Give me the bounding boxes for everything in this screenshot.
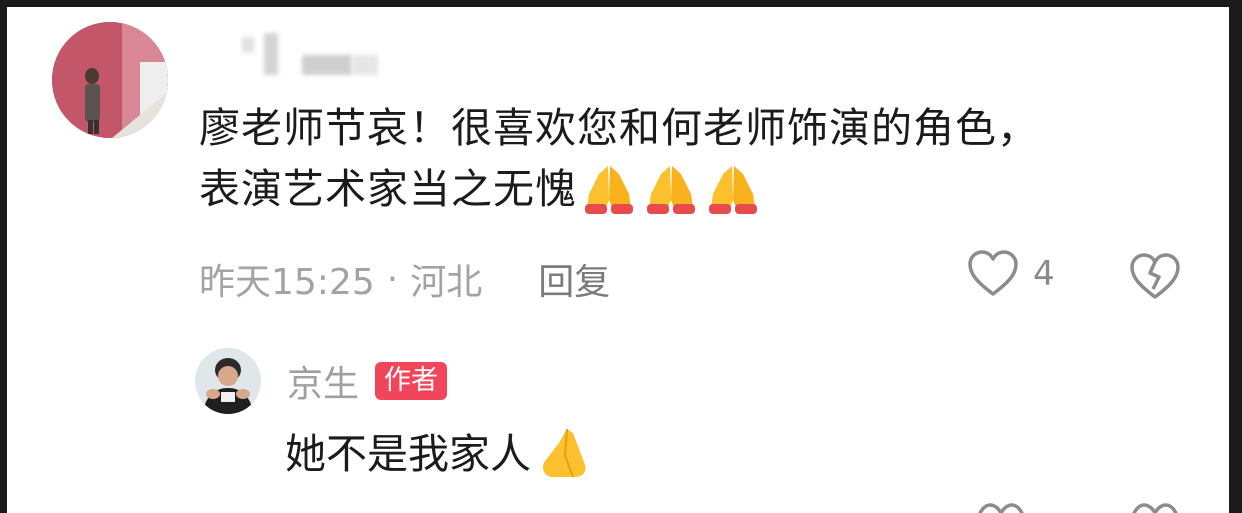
reply-body: 她不是我家人 [285, 425, 593, 483]
author-badge: 作者 [375, 362, 448, 400]
comment-line-2: 表演艺术家当之无愧 [199, 165, 577, 213]
reply-button[interactable]: 回复 [538, 253, 610, 305]
folded-hands-icon [703, 160, 763, 218]
dislike-button[interactable] [1129, 253, 1181, 305]
folded-hands-icon [533, 425, 593, 483]
broken-heart-icon [1130, 253, 1180, 299]
next-broken-heart-icon [1129, 501, 1181, 513]
comment-thread: 廖老师节哀！很喜欢您和何老师饰演的角色， 表演艺术家当之无愧 昨天15:25 ·… [7, 7, 1229, 513]
folded-hands-icon [579, 160, 639, 218]
commenter-avatar[interactable] [52, 22, 168, 138]
comment-meta: 昨天15:25 · 河北 回复 [199, 254, 610, 304]
author-name[interactable]: 京生 [287, 355, 359, 407]
comment-body: 廖老师节哀！很喜欢您和何老师饰演的角色， 表演艺术家当之无愧 [199, 99, 1039, 218]
like-button[interactable]: 4 [967, 250, 1055, 298]
like-count: 4 [1033, 254, 1055, 294]
author-avatar[interactable] [195, 348, 261, 414]
avatar-photo-icon [52, 22, 168, 138]
folded-hands-icon [641, 160, 701, 218]
comment-time: 昨天15:25 [199, 262, 375, 303]
reply-text: 她不是我家人 [285, 430, 531, 478]
comment-location: 河北 [410, 262, 483, 303]
meta-separator: · [386, 258, 399, 300]
next-heart-icon [975, 501, 1027, 513]
heart-icon [968, 250, 1018, 296]
comment-line-1: 廖老师节哀！很喜欢您和何老师饰演的角色， [199, 104, 1039, 152]
reply-header: 京生 作者 [287, 355, 448, 407]
avatar-photo-icon [195, 348, 261, 414]
commenter-name-blurred [212, 33, 382, 77]
